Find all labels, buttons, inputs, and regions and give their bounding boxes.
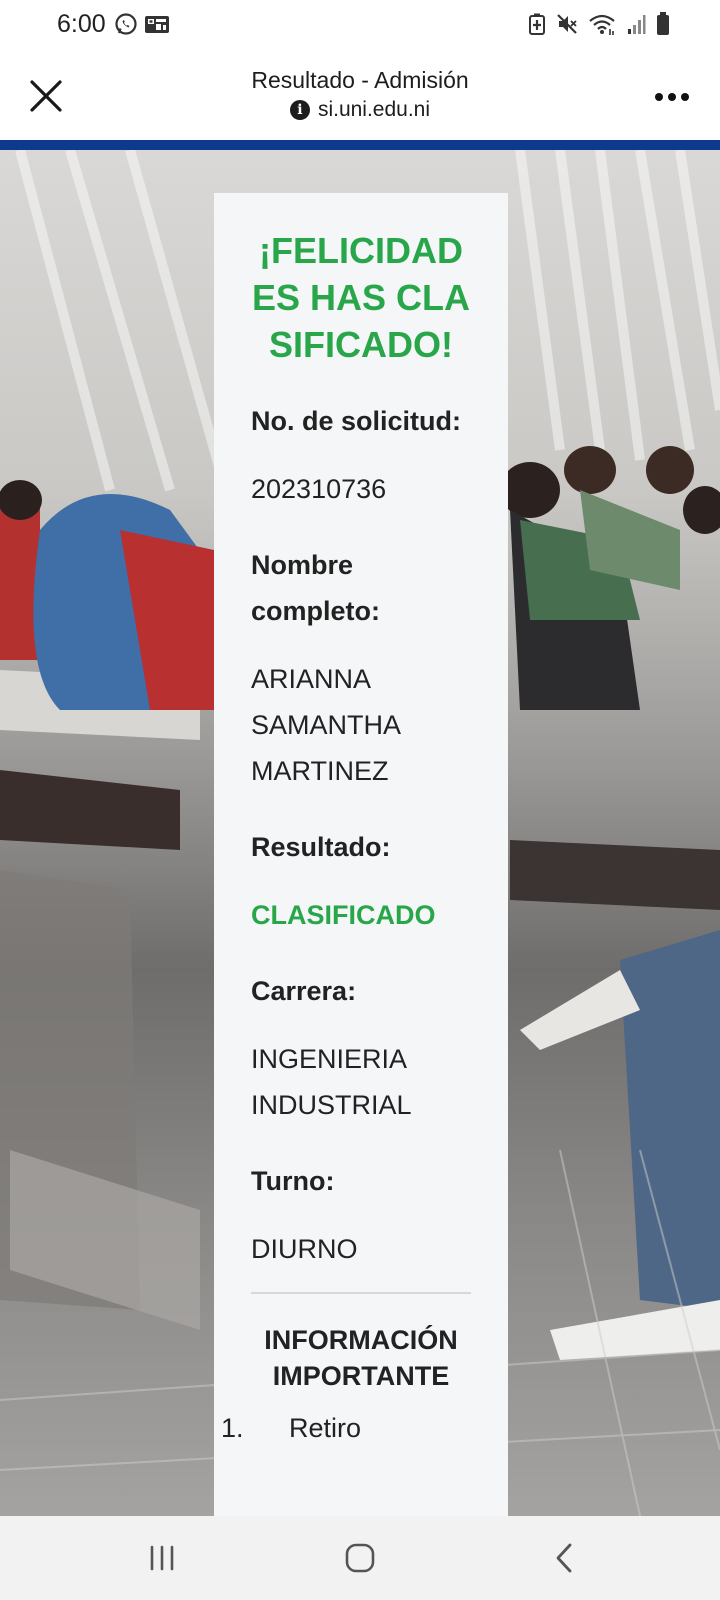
signal-icon: [626, 13, 646, 40]
url-row[interactable]: i si.uni.edu.ni: [160, 98, 560, 122]
page-title: Resultado - Admisión: [251, 67, 469, 93]
career-label: Carrera:: [251, 976, 357, 1006]
battery-icon: [656, 12, 670, 41]
title-block: Resultado - Admisión i si.uni.edu.ni: [160, 66, 560, 122]
home-icon: [345, 1543, 375, 1573]
result-value: CLASIFICADO: [251, 900, 436, 930]
shift-value: DIURNO: [251, 1234, 358, 1264]
shift-label: Turno:: [251, 1166, 335, 1196]
full-name-value: ARIANNA SAMANTHA MARTINEZ: [251, 664, 400, 786]
list-item: Retiro: [251, 1408, 471, 1448]
close-button[interactable]: [24, 74, 68, 118]
status-right-icons: [528, 12, 670, 41]
status-bar: 6:00: [0, 0, 720, 52]
menu-dot: [681, 93, 689, 101]
career-value: INGENIERIA INDUSTRIAL: [251, 1044, 412, 1120]
back-icon: [556, 1543, 572, 1573]
home-button[interactable]: [338, 1538, 382, 1578]
divider: [251, 1292, 471, 1294]
wifi-icon: [588, 13, 616, 40]
mute-icon: [556, 13, 578, 40]
header-accent-line: [0, 140, 720, 150]
status-left-icons: [114, 12, 170, 41]
menu-dot: [668, 93, 676, 101]
recent-apps-icon: [150, 1545, 174, 1571]
whatsapp-icon: [114, 12, 138, 41]
browser-top-bar: Resultado - Admisión i si.uni.edu.ni: [0, 52, 720, 140]
system-nav-bar: [0, 1516, 720, 1600]
qr-icon: [144, 13, 170, 40]
important-info-list: Retiro: [251, 1408, 471, 1448]
back-button[interactable]: [542, 1538, 586, 1578]
battery-saver-icon: [528, 13, 546, 40]
result-label: Resultado:: [251, 832, 391, 862]
request-number-label: No. de solicitud:: [251, 406, 462, 436]
congratulations-heading: ¡FELICIDADES HAS CLASIFICADO!: [251, 230, 471, 365]
full-name-label: Nombre completo:: [251, 550, 381, 626]
status-time: 6:00: [57, 10, 106, 38]
more-options-button[interactable]: [650, 82, 694, 112]
menu-dot: [655, 93, 663, 101]
close-icon: [30, 80, 62, 112]
result-card: ¡FELICIDADES HAS CLASIFICADO! No. de sol…: [214, 193, 508, 1516]
request-number-value: 202310736: [251, 474, 387, 504]
important-info-heading: INFORMACIÓN IMPORTANTE: [264, 1325, 458, 1391]
url-text[interactable]: si.uni.edu.ni: [318, 98, 430, 122]
recent-apps-button[interactable]: [140, 1538, 184, 1578]
info-icon[interactable]: i: [289, 100, 310, 120]
